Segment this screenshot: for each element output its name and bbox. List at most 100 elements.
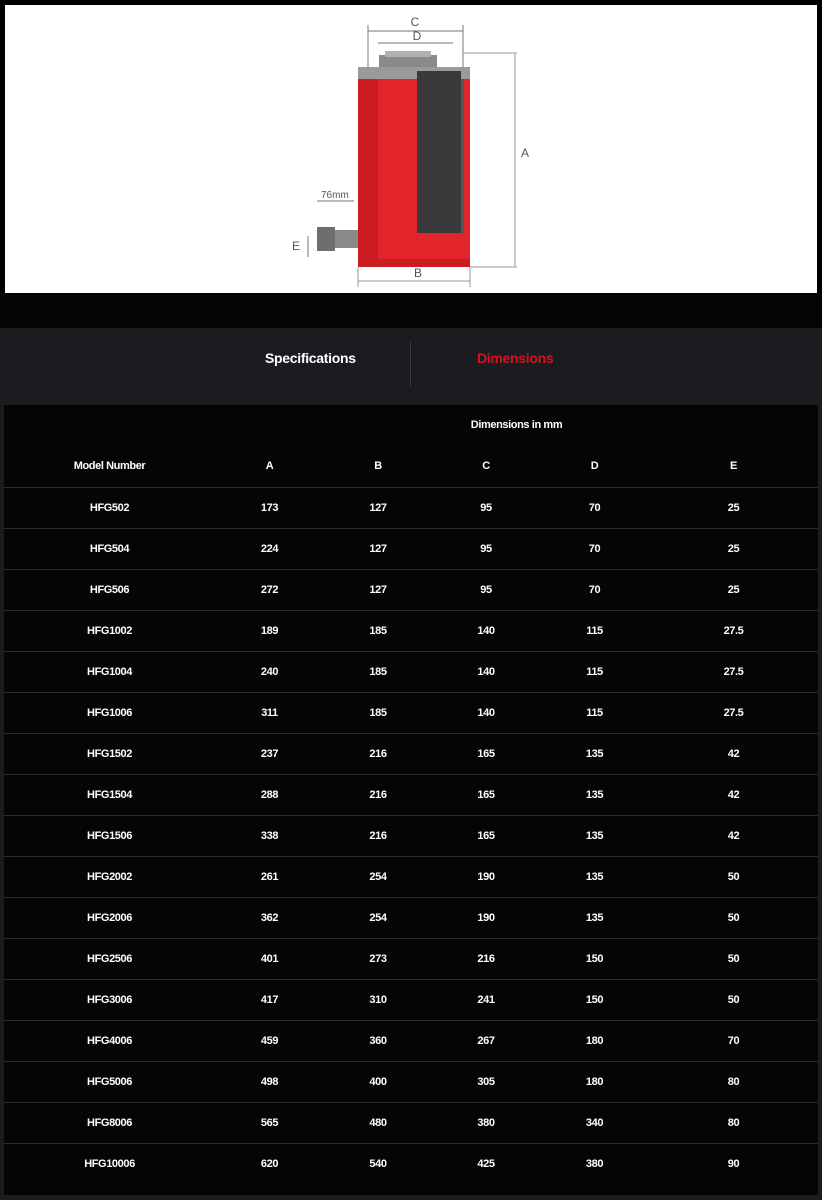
cylinder-dimension-diagram: C D 76mm E A B (5, 5, 817, 293)
tab-separator (410, 342, 411, 386)
table-row: HFG5006 498 400 305 180 80 (4, 1061, 818, 1103)
tab-specifications[interactable]: Specifications (265, 350, 356, 366)
dimension-cell: 237 (215, 733, 324, 775)
dimension-cell: 115 (540, 610, 649, 652)
table-row: HFG1004 240 185 140 115 27.5 (4, 651, 818, 693)
dimension-cell: 135 (540, 897, 649, 939)
dimension-cell: 95 (432, 528, 540, 570)
dimension-cell: 185 (324, 692, 432, 734)
table-row: HFG2506 401 273 216 150 50 (4, 938, 818, 980)
cutaway-section (417, 71, 461, 233)
dimension-cell: 380 (432, 1102, 540, 1144)
dimension-cell: 185 (324, 651, 432, 693)
dimension-cell: 417 (215, 979, 324, 1021)
dimension-cell: 310 (324, 979, 432, 1021)
dimension-cell: 135 (540, 815, 649, 857)
dimension-cell: 498 (215, 1061, 324, 1103)
table-row: HFG4006 459 360 267 180 70 (4, 1020, 818, 1062)
dimension-cell: 185 (324, 610, 432, 652)
dimension-cell: 25 (649, 487, 818, 529)
dimension-cell: 165 (432, 815, 540, 857)
model-number-cell: HFG502 (4, 487, 215, 529)
table-row: HFG1002 189 185 140 115 27.5 (4, 610, 818, 652)
dimension-cell: 305 (432, 1061, 540, 1103)
table-row: HFG1006 311 185 140 115 27.5 (4, 692, 818, 734)
dimension-cell: 25 (649, 528, 818, 570)
dimension-cell: 620 (260, 1158, 279, 1170)
dimension-cell: 311 (215, 692, 324, 734)
model-number-cell: HFG4006 (4, 1020, 215, 1062)
dimension-cell: 135 (540, 774, 649, 816)
model-number-cell: HFG1002 (4, 610, 215, 652)
dimension-cell: 338 (215, 815, 324, 857)
dimension-cell: 240 (215, 651, 324, 693)
dimension-cell: 127 (324, 569, 432, 611)
dimension-cell: 272 (215, 569, 324, 611)
dimension-cell: 90 (727, 1158, 740, 1170)
dimension-cell: 190 (432, 856, 540, 898)
dimension-cell: 70 (649, 1020, 818, 1062)
cylinder-drawing: C D 76mm E A B (292, 15, 529, 287)
model-number-cell: HFG1502 (4, 733, 215, 775)
model-number-cell: HFG1506 (4, 815, 215, 857)
dimension-cell: 135 (540, 856, 649, 898)
dimension-cell: 401 (215, 938, 324, 980)
column-header-d: D (540, 445, 649, 488)
dimension-cell: 173 (215, 487, 324, 529)
dimension-cell: 216 (324, 733, 432, 775)
column-header-c: C (432, 445, 540, 488)
dimension-cell: 254 (324, 897, 432, 939)
table-row: HFG504 224 127 95 70 25 (4, 528, 818, 570)
dimension-cell: 42 (649, 815, 818, 857)
model-number-cell: HFG5006 (4, 1061, 215, 1103)
dimension-cell: 565 (215, 1102, 324, 1144)
dimensions-table: Dimensions in mm Model Number A B C D E HFG50… (4, 405, 818, 1184)
dim-a-label: A (521, 146, 529, 160)
model-number-cell: HFG506 (4, 569, 215, 611)
dimension-cell: 216 (324, 815, 432, 857)
table-row: HFG506 272 127 95 70 25 (4, 569, 818, 611)
model-number-cell: HFG8006 (4, 1102, 215, 1144)
dimension-cell: 95 (432, 487, 540, 529)
dimension-cell: 380 (585, 1158, 604, 1170)
column-header-model-number: Model Number (4, 445, 215, 488)
dimension-cell: 400 (324, 1061, 432, 1103)
table-row: HFG10006 620 540 425 380 90 (4, 1144, 818, 1185)
column-header-b: B (324, 445, 432, 488)
dimension-cell: 50 (649, 979, 818, 1021)
table-row: HFG2002 261 254 190 135 50 (4, 856, 818, 898)
dimension-cell: 254 (324, 856, 432, 898)
model-number-cell: HFG10006 (84, 1158, 135, 1170)
model-number-cell: HFG504 (4, 528, 215, 570)
dimension-cell: 150 (540, 938, 649, 980)
model-number-cell: HFG2006 (4, 897, 215, 939)
dimension-cell: 459 (215, 1020, 324, 1062)
table-row: HFG2006 362 254 190 135 50 (4, 897, 818, 939)
dimension-cell: 127 (324, 487, 432, 529)
dimension-cell: 190 (432, 897, 540, 939)
dimension-cell: 50 (649, 856, 818, 898)
dimension-cell: 50 (649, 897, 818, 939)
dimension-cell: 216 (432, 938, 540, 980)
dimension-cell: 362 (215, 897, 324, 939)
dimension-cell: 95 (432, 569, 540, 611)
dimension-cell: 50 (649, 938, 818, 980)
dimension-cell: 165 (432, 774, 540, 816)
dimension-cell: 241 (432, 979, 540, 1021)
model-number-cell: HFG1504 (4, 774, 215, 816)
dimension-cell: 180 (540, 1020, 649, 1062)
tab-dimensions[interactable]: Dimensions (477, 350, 554, 366)
table-row: HFG8006 565 480 380 340 80 (4, 1102, 818, 1144)
group-header: Dimensions in mm (470, 419, 563, 431)
column-header-a: A (215, 445, 324, 488)
dimension-cell: 140 (432, 692, 540, 734)
dimension-cell: 115 (540, 651, 649, 693)
dimension-cell: 189 (215, 610, 324, 652)
dimension-cell: 70 (540, 569, 649, 611)
dimension-cell: 216 (324, 774, 432, 816)
dimension-cell: 80 (649, 1102, 818, 1144)
dimension-cell: 288 (215, 774, 324, 816)
divider-band (0, 293, 822, 328)
plunger-cap (379, 55, 437, 69)
dimension-cell: 261 (215, 856, 324, 898)
